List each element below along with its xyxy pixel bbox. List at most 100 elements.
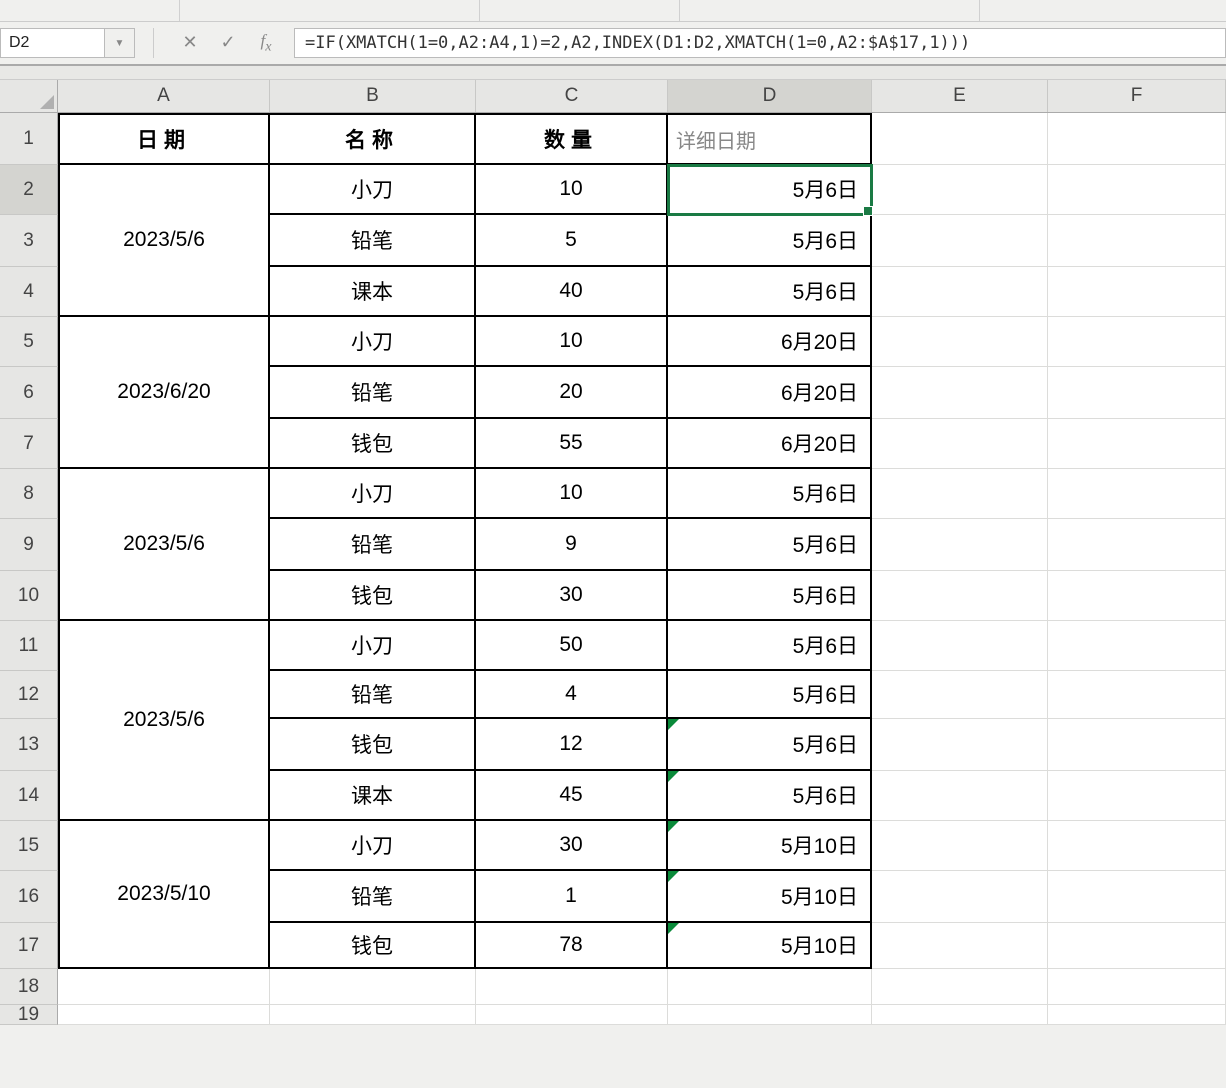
cell-E19[interactable] <box>872 1005 1048 1025</box>
cell-F7[interactable] <box>1048 419 1226 469</box>
cell-C10[interactable]: 30 <box>476 571 668 621</box>
row-header-2[interactable]: 2 <box>0 165 58 215</box>
cell-F11[interactable] <box>1048 621 1226 671</box>
cell-C14[interactable]: 45 <box>476 771 668 821</box>
cell-E18[interactable] <box>872 969 1048 1005</box>
cell-B4[interactable]: 课本 <box>270 267 476 317</box>
cell-B12[interactable]: 铅笔 <box>270 671 476 719</box>
row-header-7[interactable]: 7 <box>0 419 58 469</box>
cell-F6[interactable] <box>1048 367 1226 419</box>
cell-C9[interactable]: 9 <box>476 519 668 571</box>
select-all-triangle[interactable] <box>0 80 58 112</box>
cell-A1[interactable]: 日期 <box>58 113 270 165</box>
col-header-D[interactable]: D <box>668 80 872 112</box>
cell-E3[interactable] <box>872 215 1048 267</box>
cell-B3[interactable]: 铅笔 <box>270 215 476 267</box>
cell-C1[interactable]: 数量 <box>476 113 668 165</box>
cell-D1[interactable]: 详细日期 <box>668 113 872 165</box>
cell-B1[interactable]: 名称 <box>270 113 476 165</box>
cell-E7[interactable] <box>872 419 1048 469</box>
cell-B13[interactable]: 钱包 <box>270 719 476 771</box>
col-header-E[interactable]: E <box>872 80 1048 112</box>
cell-C7[interactable]: 55 <box>476 419 668 469</box>
cell-E8[interactable] <box>872 469 1048 519</box>
cell-D15[interactable]: 5月10日 <box>668 821 872 871</box>
cell-F19[interactable] <box>1048 1005 1226 1025</box>
row-header-9[interactable]: 9 <box>0 519 58 571</box>
row-header-8[interactable]: 8 <box>0 469 58 519</box>
cell-C8[interactable]: 10 <box>476 469 668 519</box>
cell-B16[interactable]: 铅笔 <box>270 871 476 923</box>
cell-E5[interactable] <box>872 317 1048 367</box>
cell-C2[interactable]: 10 <box>476 165 668 215</box>
cell-F10[interactable] <box>1048 571 1226 621</box>
cell-E13[interactable] <box>872 719 1048 771</box>
cell-D13[interactable]: 5月6日 <box>668 719 872 771</box>
cell-D3[interactable]: 5月6日 <box>668 215 872 267</box>
cell-B5[interactable]: 小刀 <box>270 317 476 367</box>
row-header-1[interactable]: 1 <box>0 113 58 165</box>
cell-C4[interactable]: 40 <box>476 267 668 317</box>
row-header-16[interactable]: 16 <box>0 871 58 923</box>
cell-D14[interactable]: 5月6日 <box>668 771 872 821</box>
cell-E2[interactable] <box>872 165 1048 215</box>
cell-C12[interactable]: 4 <box>476 671 668 719</box>
cell-D19[interactable] <box>668 1005 872 1025</box>
col-header-B[interactable]: B <box>270 80 476 112</box>
row-header-19[interactable]: 19 <box>0 1005 58 1025</box>
cell-E6[interactable] <box>872 367 1048 419</box>
cell-C16[interactable]: 1 <box>476 871 668 923</box>
col-header-A[interactable]: A <box>58 80 270 112</box>
cell-E10[interactable] <box>872 571 1048 621</box>
cell-A19[interactable] <box>58 1005 270 1025</box>
cell-B11[interactable]: 小刀 <box>270 621 476 671</box>
row-header-13[interactable]: 13 <box>0 719 58 771</box>
cell-F16[interactable] <box>1048 871 1226 923</box>
cell-A2-merged[interactable]: 2023/5/6 <box>58 165 270 317</box>
row-header-14[interactable]: 14 <box>0 771 58 821</box>
row-header-4[interactable]: 4 <box>0 267 58 317</box>
cell-C11[interactable]: 50 <box>476 621 668 671</box>
name-box[interactable] <box>0 28 105 58</box>
cell-D11[interactable]: 5月6日 <box>668 621 872 671</box>
cell-A5-merged[interactable]: 2023/6/20 <box>58 317 270 469</box>
cell-F12[interactable] <box>1048 671 1226 719</box>
cell-F9[interactable] <box>1048 519 1226 571</box>
cell-A18[interactable] <box>58 969 270 1005</box>
cell-C13[interactable]: 12 <box>476 719 668 771</box>
cell-D7[interactable]: 6月20日 <box>668 419 872 469</box>
fx-icon[interactable]: fx <box>254 31 278 55</box>
cell-B6[interactable]: 铅笔 <box>270 367 476 419</box>
cell-E11[interactable] <box>872 621 1048 671</box>
cell-D9[interactable]: 5月6日 <box>668 519 872 571</box>
cell-F14[interactable] <box>1048 771 1226 821</box>
cell-E14[interactable] <box>872 771 1048 821</box>
cell-B17[interactable]: 钱包 <box>270 923 476 969</box>
cell-C18[interactable] <box>476 969 668 1005</box>
cell-E9[interactable] <box>872 519 1048 571</box>
cell-B10[interactable]: 钱包 <box>270 571 476 621</box>
cell-B8[interactable]: 小刀 <box>270 469 476 519</box>
cell-E16[interactable] <box>872 871 1048 923</box>
cell-C19[interactable] <box>476 1005 668 1025</box>
cell-E15[interactable] <box>872 821 1048 871</box>
cell-B14[interactable]: 课本 <box>270 771 476 821</box>
cancel-icon[interactable]: ✕ <box>178 32 202 53</box>
formula-input[interactable] <box>294 28 1226 58</box>
cell-E17[interactable] <box>872 923 1048 969</box>
cell-D2[interactable]: 5月6日 <box>668 165 872 215</box>
cell-C17[interactable]: 78 <box>476 923 668 969</box>
cell-B15[interactable]: 小刀 <box>270 821 476 871</box>
cell-F17[interactable] <box>1048 923 1226 969</box>
cell-F1[interactable] <box>1048 113 1226 165</box>
cell-D8[interactable]: 5月6日 <box>668 469 872 519</box>
cell-E4[interactable] <box>872 267 1048 317</box>
cell-B2[interactable]: 小刀 <box>270 165 476 215</box>
cell-F8[interactable] <box>1048 469 1226 519</box>
row-header-10[interactable]: 10 <box>0 571 58 621</box>
cell-D4[interactable]: 5月6日 <box>668 267 872 317</box>
cell-A15-merged[interactable]: 2023/5/10 <box>58 821 270 969</box>
row-header-15[interactable]: 15 <box>0 821 58 871</box>
cell-C6[interactable]: 20 <box>476 367 668 419</box>
cell-D6[interactable]: 6月20日 <box>668 367 872 419</box>
